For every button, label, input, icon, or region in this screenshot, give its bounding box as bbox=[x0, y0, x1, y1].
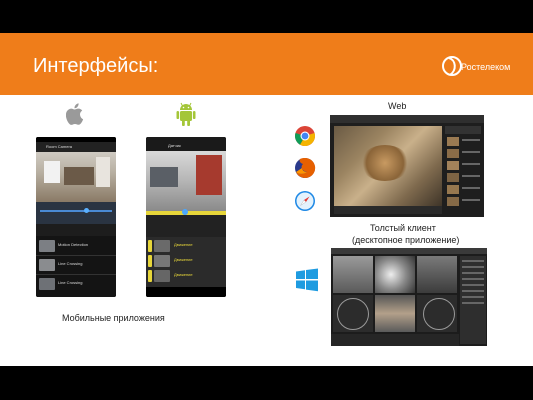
safari-icon bbox=[295, 191, 315, 211]
apple-icon bbox=[66, 103, 84, 125]
ios-app-screenshot: Room Camera Motion Detection Line Crossi… bbox=[36, 137, 116, 297]
android-icon bbox=[176, 102, 196, 126]
web-ui-screenshot bbox=[330, 115, 484, 217]
android-app-screenshot: Датчик Движение Движение Движение bbox=[146, 137, 226, 297]
slide-title: Интерфейсы: bbox=[33, 55, 159, 77]
ios-event-2: Line Crossing bbox=[58, 261, 83, 266]
web-caption: Web bbox=[388, 101, 407, 111]
letterbox-bottom bbox=[0, 366, 533, 400]
android-event-3: Движение bbox=[174, 272, 193, 277]
ios-event-3: Line Crossing bbox=[58, 280, 83, 285]
windows-icon bbox=[296, 268, 318, 292]
letterbox-top bbox=[0, 0, 533, 33]
logo-text: Ростелеком bbox=[461, 62, 511, 72]
ios-header-label: Room Camera bbox=[46, 144, 73, 149]
presentation-slide: Интерфейсы: Ростелеком Room Camera Motio… bbox=[0, 0, 533, 400]
desktop-caption-line2: (десктопное приложение) bbox=[352, 235, 460, 245]
mobile-caption: Мобильные приложения bbox=[62, 313, 165, 323]
ios-event-1: Motion Detection bbox=[58, 242, 89, 247]
android-event-1: Движение bbox=[174, 242, 193, 247]
chrome-icon bbox=[295, 126, 315, 147]
android-event-2: Движение bbox=[174, 257, 193, 262]
desktop-client-screenshot bbox=[331, 248, 487, 346]
desktop-caption-line1: Толстый клиент bbox=[370, 223, 436, 233]
android-header-label: Датчик bbox=[168, 143, 181, 148]
firefox-icon bbox=[295, 157, 316, 178]
